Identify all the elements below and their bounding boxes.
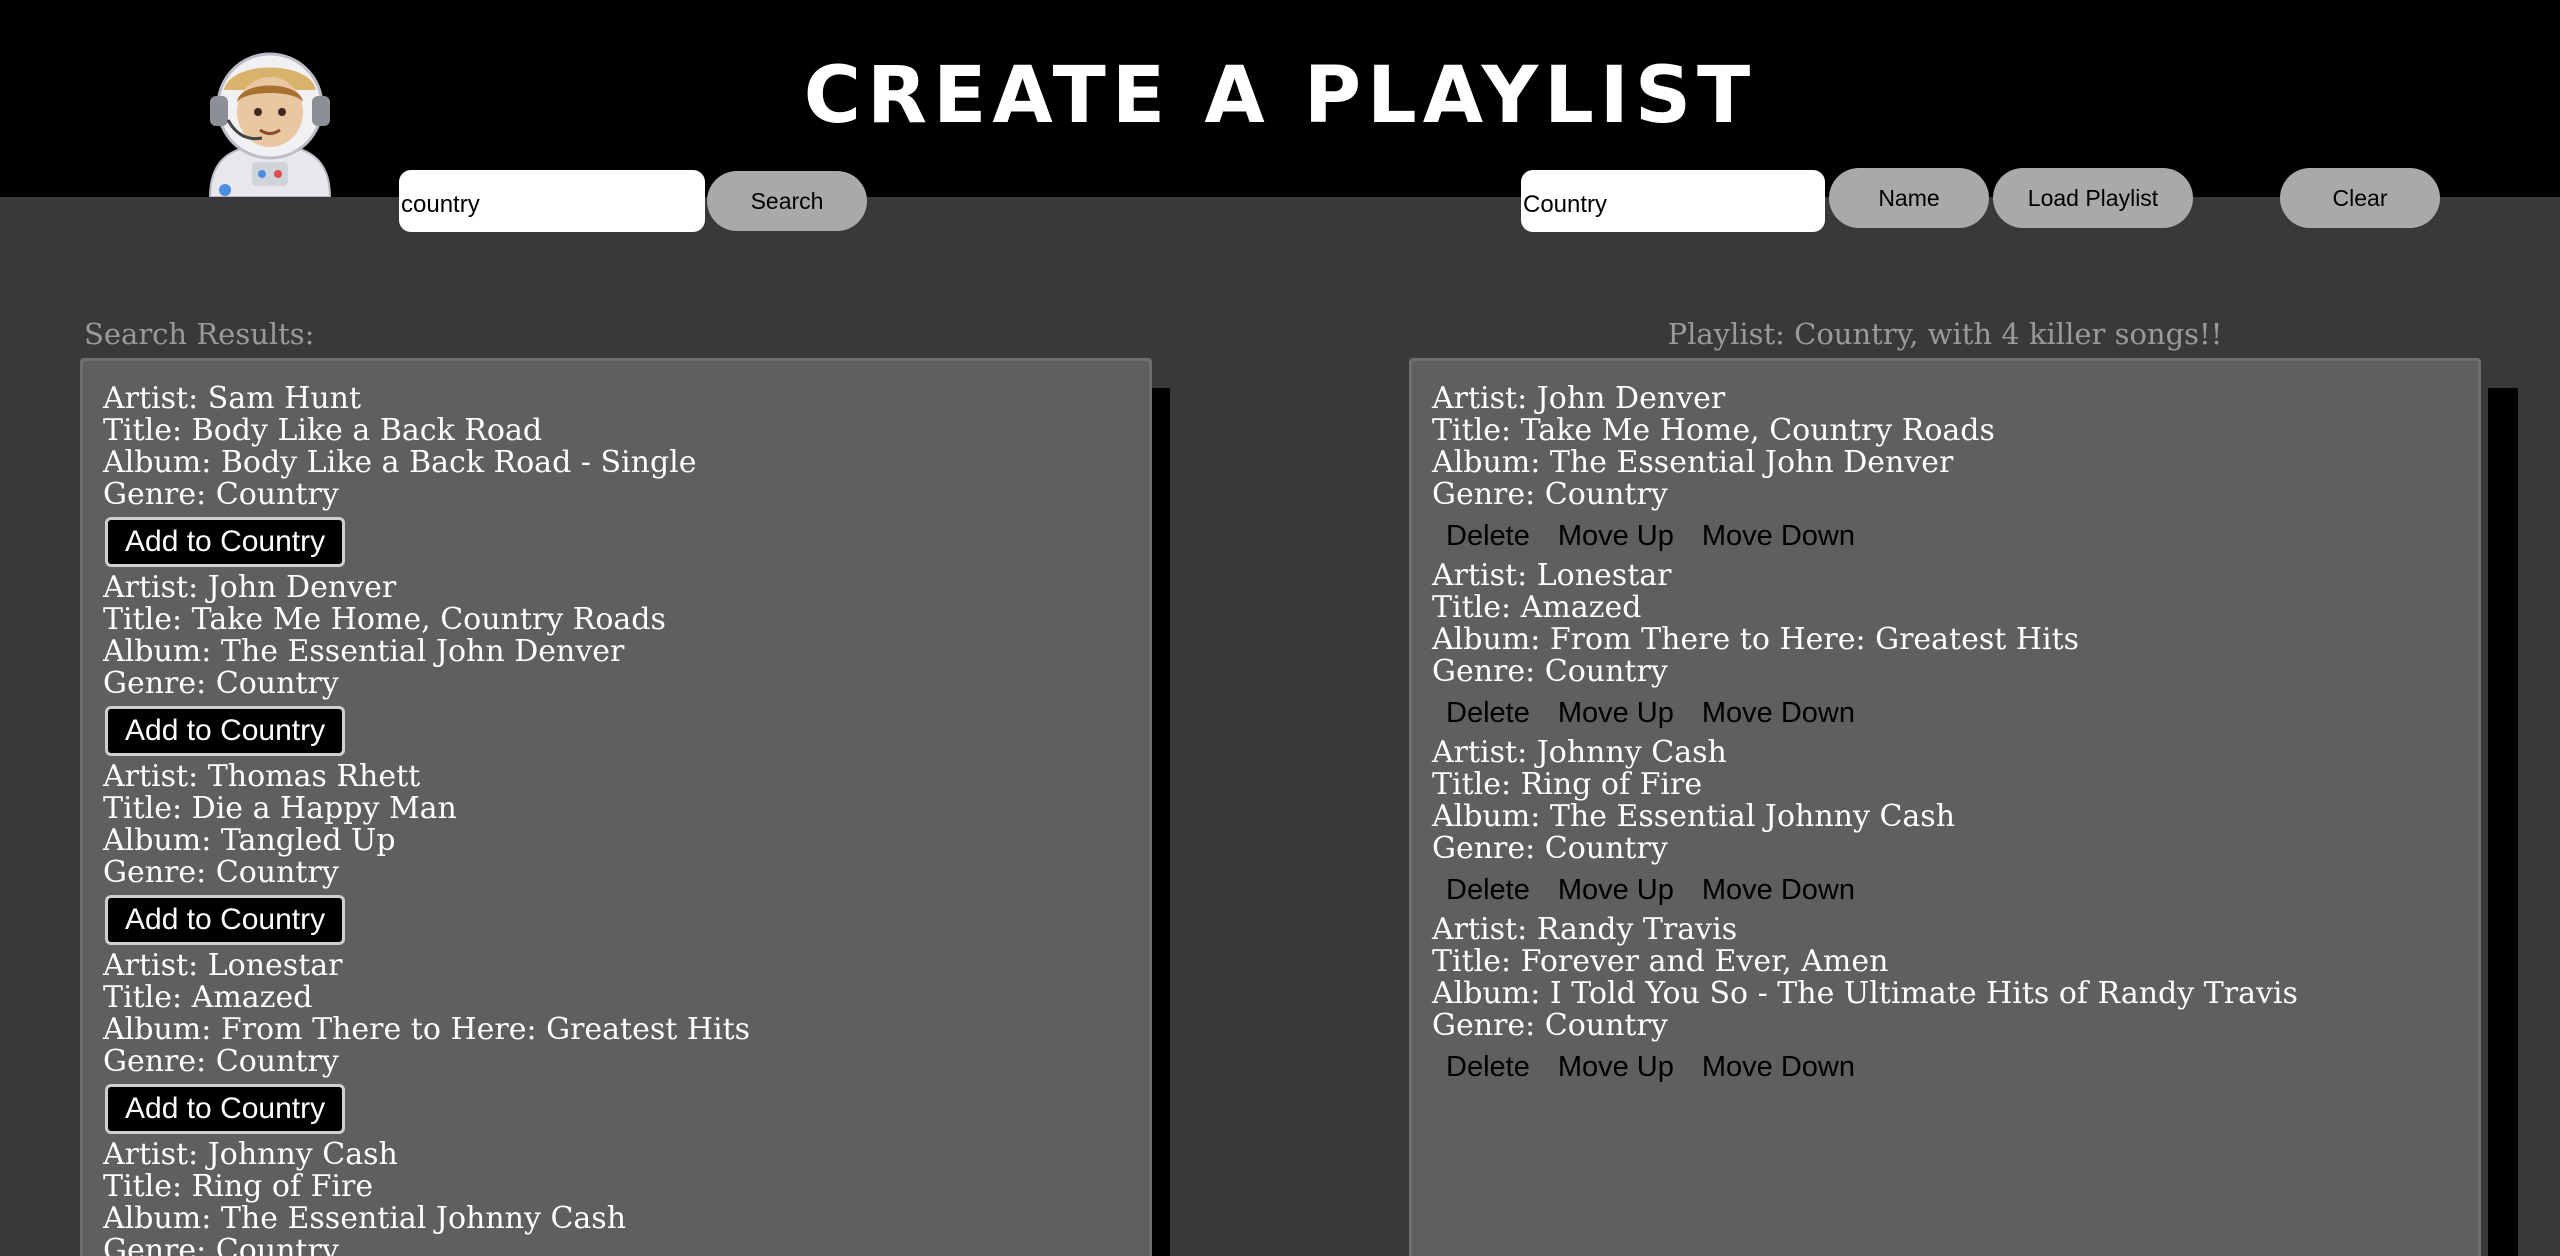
delete-button[interactable]: Delete [1446, 874, 1530, 906]
song-album: Album: The Essential Johnny Cash [103, 1201, 627, 1236]
song-title: Title: Take Me Home, Country Roads [1432, 413, 1995, 448]
song-album: Album: The Essential John Denver [103, 634, 625, 669]
header-bar: Create a Playlist [0, 0, 2560, 198]
playlist-label: Playlist: Country, with 4 killer songs!! [1667, 317, 2223, 351]
song-genre: Genre: Country [103, 477, 339, 512]
name-button[interactable]: Name [1829, 168, 1989, 228]
song-title: Title: Ring of Fire [1432, 767, 1703, 802]
song-artist: Artist: Johnny Cash [1432, 735, 1727, 770]
move-down-button[interactable]: Move Down [1702, 520, 1855, 552]
song-actions: Delete Move Up Move Down [1446, 518, 2478, 554]
song-artist: Artist: Randy Travis [1432, 912, 1738, 947]
song-title: Title: Die a Happy Man [103, 791, 457, 826]
playlist-name-input[interactable]: Country [1521, 170, 1825, 232]
search-results-label: Search Results: [84, 317, 315, 351]
song-title: Title: Amazed [103, 980, 313, 1015]
song-genre: Genre: Country [1432, 477, 1668, 512]
result-item: Artist: Thomas Rhett Title: Die a Happy … [103, 761, 1149, 950]
song-actions: Delete Move Up Move Down [1446, 1049, 2478, 1085]
song-actions: Delete Move Up Move Down [1446, 872, 2478, 908]
playlist-panel[interactable]: Artist: John Denver Title: Take Me Home,… [1409, 358, 2481, 1256]
song-actions: Delete Move Up Move Down [1446, 695, 2478, 731]
page-title: Create a Playlist [803, 51, 1757, 141]
song-genre: Genre: Country [1432, 831, 1668, 866]
song-album: Album: Body Like a Back Road - Single [103, 445, 697, 480]
add-to-playlist-button[interactable]: Add to Country [105, 1084, 346, 1134]
result-item: Artist: Johnny Cash Title: Ring of Fire … [103, 1139, 1149, 1256]
move-up-button[interactable]: Move Up [1558, 874, 1674, 906]
song-genre: Genre: Country [103, 1044, 339, 1079]
song-album: Album: Tangled Up [103, 823, 396, 858]
song-genre: Genre: Country [103, 666, 339, 701]
playlist-item: Artist: John Denver Title: Take Me Home,… [1432, 383, 2478, 554]
song-genre: Genre: Country [103, 855, 339, 890]
move-down-button[interactable]: Move Down [1702, 874, 1855, 906]
add-to-playlist-button[interactable]: Add to Country [105, 517, 346, 567]
result-item: Artist: Sam Hunt Title: Body Like a Back… [103, 383, 1149, 572]
result-item: Artist: Lonestar Title: Amazed Album: Fr… [103, 950, 1149, 1139]
delete-button[interactable]: Delete [1446, 697, 1530, 729]
move-up-button[interactable]: Move Up [1558, 520, 1674, 552]
song-genre: Genre: Country [1432, 1008, 1668, 1043]
result-item: Artist: John Denver Title: Take Me Home,… [103, 572, 1149, 761]
move-up-button[interactable]: Move Up [1558, 697, 1674, 729]
playlist-item: Artist: Randy Travis Title: Forever and … [1432, 914, 2478, 1085]
song-title: Title: Amazed [1432, 590, 1642, 625]
move-up-button[interactable]: Move Up [1558, 1051, 1674, 1083]
song-title: Title: Body Like a Back Road [103, 413, 543, 448]
song-album: Album: I Told You So - The Ultimate Hits… [1432, 976, 2298, 1011]
song-artist: Artist: Johnny Cash [103, 1137, 398, 1172]
song-title: Title: Forever and Ever, Amen [1432, 944, 1889, 979]
song-artist: Artist: Sam Hunt [103, 381, 362, 416]
add-to-playlist-button[interactable]: Add to Country [105, 706, 346, 756]
song-album: Album: From There to Here: Greatest Hits [1432, 622, 2080, 657]
move-down-button[interactable]: Move Down [1702, 1051, 1855, 1083]
search-results-panel[interactable]: Artist: Sam Hunt Title: Body Like a Back… [80, 358, 1152, 1256]
clear-button[interactable]: Clear [2280, 168, 2440, 228]
playlist-item: Artist: Lonestar Title: Amazed Album: Fr… [1432, 560, 2478, 731]
load-playlist-button[interactable]: Load Playlist [1993, 168, 2193, 228]
song-artist: Artist: Lonestar [1432, 558, 1672, 593]
song-album: Album: The Essential John Denver [1432, 445, 1954, 480]
playlist-item: Artist: Johnny Cash Title: Ring of Fire … [1432, 737, 2478, 908]
song-album: Album: The Essential Johnny Cash [1432, 799, 1956, 834]
song-artist: Artist: Lonestar [103, 948, 343, 983]
delete-button[interactable]: Delete [1446, 520, 1530, 552]
search-button[interactable]: Search [707, 171, 867, 231]
delete-button[interactable]: Delete [1446, 1051, 1530, 1083]
add-to-playlist-button[interactable]: Add to Country [105, 895, 346, 945]
song-album: Album: From There to Here: Greatest Hits [103, 1012, 751, 1047]
move-down-button[interactable]: Move Down [1702, 697, 1855, 729]
song-artist: Artist: John Denver [103, 570, 397, 605]
song-genre: Genre: Country [103, 1233, 339, 1256]
song-title: Title: Take Me Home, Country Roads [103, 602, 666, 637]
song-artist: Artist: John Denver [1432, 381, 1726, 416]
playlist-panel-shadow [2488, 388, 2518, 1256]
song-genre: Genre: Country [1432, 654, 1668, 689]
song-title: Title: Ring of Fire [103, 1169, 374, 1204]
search-input[interactable]: country [399, 170, 705, 232]
song-artist: Artist: Thomas Rhett [103, 759, 421, 794]
